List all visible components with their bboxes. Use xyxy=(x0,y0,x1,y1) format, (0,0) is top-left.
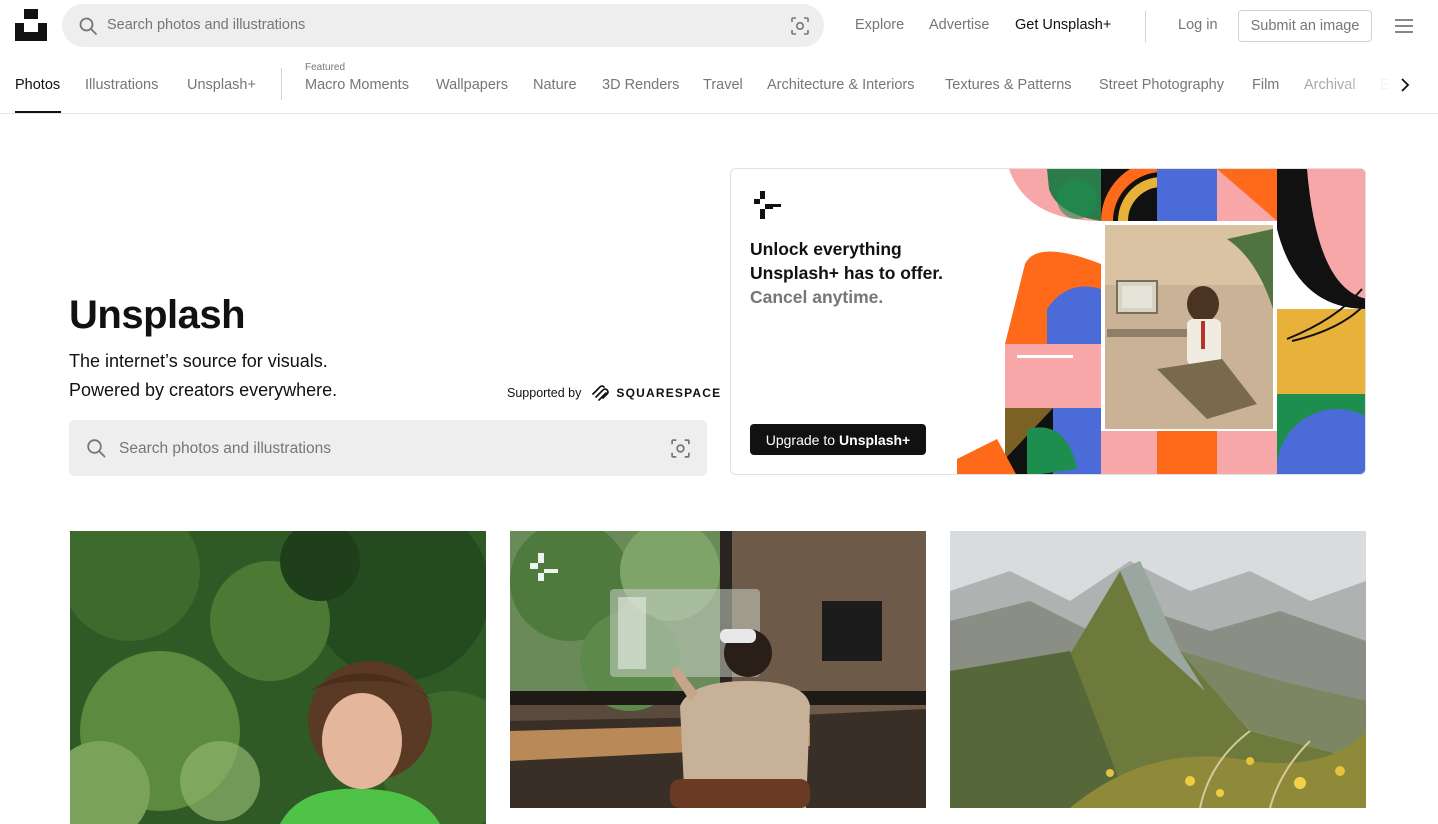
tab-photos[interactable]: Photos xyxy=(15,77,60,93)
search-icon xyxy=(79,17,97,35)
sponsor-name: SQUARESPACE xyxy=(616,386,722,400)
tab-divider xyxy=(281,68,282,100)
promo-line1: Unlock everything xyxy=(750,239,902,259)
tabs-fade xyxy=(1340,56,1400,113)
upgrade-button[interactable]: Upgrade to Unsplash+ xyxy=(750,424,926,455)
photo-card-mountain-ridge[interactable] xyxy=(950,531,1366,808)
topic-wallpapers[interactable]: Wallpapers xyxy=(436,77,508,93)
unsplash-plus-promo-card[interactable]: Unlock everything Unsplash+ has to offer… xyxy=(730,168,1366,475)
topic-travel[interactable]: Travel xyxy=(703,77,743,93)
topic-street-photography[interactable]: Street Photography xyxy=(1099,77,1224,93)
promo-line3: Cancel anytime. xyxy=(750,287,884,307)
photo-card-woman-greenery[interactable] xyxy=(70,531,486,824)
upgrade-button-brand: Unsplash+ xyxy=(839,431,911,448)
visual-search-icon[interactable] xyxy=(670,438,691,459)
hamburger-menu-icon[interactable] xyxy=(1394,17,1414,35)
promo-collage-illustration xyxy=(957,169,1365,474)
nav-get-unsplash-plus[interactable]: Get Unsplash+ xyxy=(1015,17,1111,33)
nav-explore[interactable]: Explore xyxy=(855,17,904,33)
topic-film[interactable]: Film xyxy=(1252,77,1279,93)
hero-search-placeholder: Search photos and illustrations xyxy=(119,440,331,457)
topic-macro-moments[interactable]: Macro Moments xyxy=(305,77,409,93)
squarespace-logo-icon xyxy=(592,385,610,401)
upgrade-button-prefix: Upgrade to xyxy=(765,431,836,448)
hero-subtitle-line2: Powered by creators everywhere. xyxy=(69,380,338,400)
nav-advertise[interactable]: Advertise xyxy=(929,17,989,33)
header-search-input[interactable]: Search photos and illustrations xyxy=(62,4,824,47)
top-header: Search photos and illustrations Explore … xyxy=(0,0,1438,52)
chevron-right-icon[interactable] xyxy=(1397,76,1413,94)
topic-3d-renders[interactable]: 3D Renders xyxy=(602,77,679,93)
search-placeholder: Search photos and illustrations xyxy=(107,17,306,33)
header-divider xyxy=(1145,11,1146,42)
featured-label: Featured xyxy=(305,62,346,73)
category-tabs: Photos Illustrations Unsplash+ Featured … xyxy=(0,56,1438,114)
topic-textures-patterns[interactable]: Textures & Patterns xyxy=(945,77,1072,93)
topic-nature[interactable]: Nature xyxy=(533,77,577,93)
sponsor-credit[interactable]: Supported by SQUARESPACE xyxy=(507,384,721,402)
photo-card-vr-headset[interactable] xyxy=(510,531,926,808)
active-tab-indicator xyxy=(15,111,61,113)
search-icon xyxy=(87,439,106,458)
hero-search-input[interactable]: Search photos and illustrations xyxy=(69,420,707,476)
tab-unsplash-plus[interactable]: Unsplash+ xyxy=(187,77,256,93)
page-title: Unsplash xyxy=(69,293,246,337)
unsplash-plus-logo-icon xyxy=(754,191,781,219)
tab-illustrations[interactable]: Illustrations xyxy=(85,77,158,93)
promo-line2: Unsplash+ has to offer. xyxy=(750,263,944,283)
topic-architecture-interiors[interactable]: Architecture & Interiors xyxy=(767,77,914,93)
hero-subtitle-line1: The internet’s source for visuals. xyxy=(69,351,328,371)
supported-by-label: Supported by xyxy=(507,386,582,400)
submit-image-button[interactable]: Submit an image xyxy=(1238,10,1372,42)
visual-search-icon[interactable] xyxy=(790,16,810,36)
unsplash-logo-icon[interactable] xyxy=(15,9,47,41)
photo-mountain-ridge xyxy=(950,531,1366,808)
photo-woman-in-garden xyxy=(70,531,486,824)
login-link[interactable]: Log in xyxy=(1178,17,1218,33)
photo-person-with-vr-headset xyxy=(510,531,926,808)
